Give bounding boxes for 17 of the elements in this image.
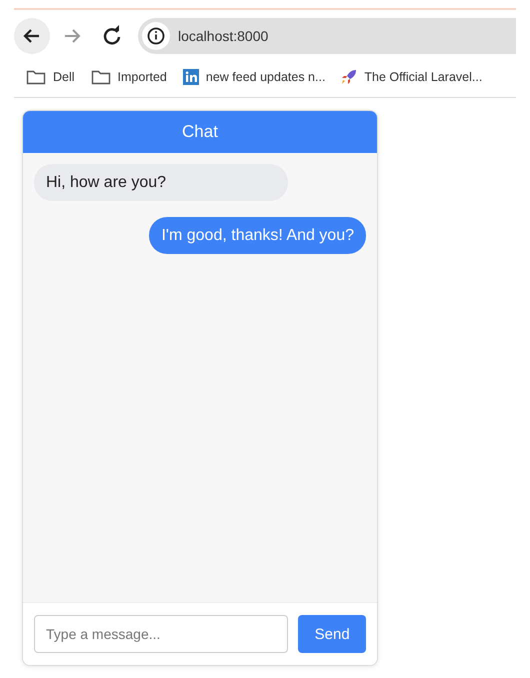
info-icon[interactable] (142, 22, 170, 50)
address-bar[interactable]: localhost:8000 (138, 18, 516, 54)
chat-title: Chat (182, 122, 218, 142)
message-bubble: Hi, how are you? (34, 164, 288, 201)
back-icon[interactable] (14, 18, 50, 54)
bookmark[interactable]: new feed updates n... (182, 69, 326, 85)
send-button[interactable]: Send (298, 615, 366, 653)
bookmark[interactable]: Dell (26, 69, 75, 85)
linkedin-icon (182, 69, 199, 85)
bookmark[interactable]: The Official Laravel... (341, 69, 482, 85)
url-text: localhost:8000 (178, 28, 268, 44)
rocket-icon (341, 69, 358, 85)
message-input[interactable]: Type a message... (34, 615, 288, 653)
bookmark[interactable]: Imported (90, 69, 167, 85)
folder-icon (26, 69, 46, 85)
folder-icon (90, 69, 111, 85)
message-bubble: I'm good, thanks! And you? (149, 217, 366, 254)
